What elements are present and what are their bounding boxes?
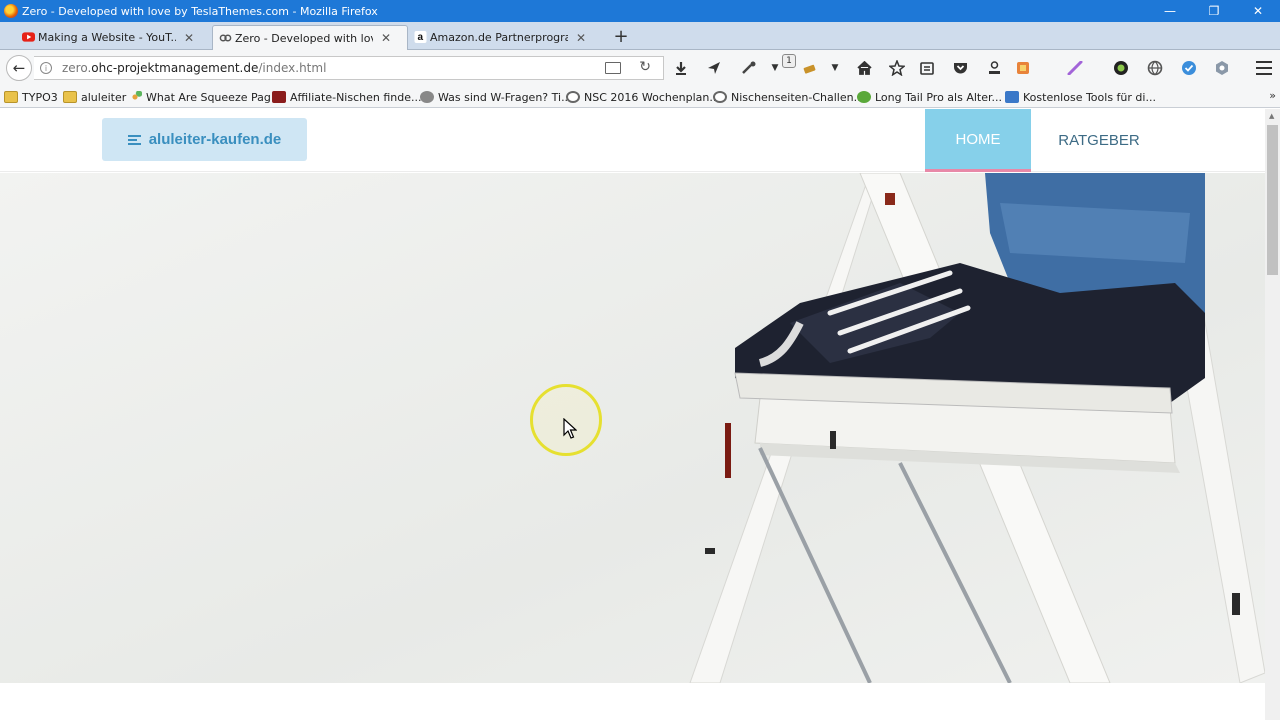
tab-zero[interactable]: Zero - Developed with lov... ✕	[212, 25, 408, 50]
home-icon[interactable]	[855, 59, 873, 77]
check-badge-icon[interactable]	[1180, 59, 1198, 77]
bookmark-aluleiter[interactable]: aluleiter	[63, 89, 126, 105]
bookmark-label: Affiliate-Nischen finde...	[290, 90, 422, 104]
tab-close-icon[interactable]: ✕	[381, 31, 391, 45]
amazon-icon: a	[414, 31, 427, 43]
url-domain: ohc-projektmanagement.de	[91, 61, 259, 75]
mouse-cursor-icon	[563, 418, 577, 439]
pocket-icon[interactable]	[951, 59, 969, 77]
folder-icon	[4, 91, 18, 103]
firefox-icon	[4, 4, 18, 18]
site-icon	[566, 91, 580, 103]
dots-icon	[128, 91, 142, 103]
dropdown-arrow-icon[interactable]: ▼	[826, 59, 844, 77]
nav-home[interactable]: HOME	[925, 109, 1031, 172]
globe-icon	[420, 91, 434, 103]
addon-icon[interactable]	[801, 59, 819, 77]
tools-icon	[1005, 91, 1019, 103]
send-icon[interactable]	[705, 59, 723, 77]
close-window-button[interactable]: ✕	[1236, 0, 1280, 22]
bookmark-label: Kostenlose Tools für di...	[1023, 90, 1156, 104]
bookmark-squeeze-pages[interactable]: What Are Squeeze Pag...	[128, 89, 281, 105]
menu-icon[interactable]	[1256, 61, 1272, 75]
back-button[interactable]: ←	[6, 55, 32, 81]
bookmark-label: Was sind W-Fragen? Ti...	[438, 90, 572, 104]
site-logo[interactable]: aluleiter-kaufen.de	[102, 118, 307, 161]
scrollbar-thumb[interactable]	[1267, 125, 1278, 275]
person-icon[interactable]	[985, 59, 1003, 77]
bookmark-label: Nischenseiten-Challen...	[731, 90, 865, 104]
reload-icon[interactable]: ↻	[639, 59, 651, 75]
tab-bar: Making a Website - YouT... ✕ Zero - Deve…	[0, 22, 1280, 50]
url-bar[interactable]: i zero.ohc-projektmanagement.de/index.ht…	[34, 56, 664, 80]
tab-amazon[interactable]: a Amazon.de Partnerprogra... ✕	[408, 25, 604, 50]
info-icon[interactable]: i	[40, 62, 52, 74]
bookmark-nsc-wochenplan[interactable]: NSC 2016 Wochenplan...	[566, 89, 720, 105]
window-controls: — ❐ ✕	[1148, 0, 1280, 22]
bookmark-typo3[interactable]: TYPO3	[4, 89, 58, 105]
bookmark-nischenseiten[interactable]: Nischenseiten-Challen...	[713, 89, 864, 105]
tab-label: Making a Website - YouT...	[38, 31, 176, 44]
colorful-circle-icon[interactable]	[1112, 59, 1130, 77]
bookmark-label: Long Tail Pro als Alter...	[875, 90, 1002, 104]
bookmark-label: TYPO3	[22, 90, 58, 104]
bookmark-long-tail-pro[interactable]: Long Tail Pro als Alter...	[857, 89, 1002, 105]
new-tab-button[interactable]: +	[610, 25, 632, 47]
tab-close-icon[interactable]: ✕	[184, 31, 194, 45]
url-prefix: zero.	[62, 61, 92, 75]
tab-youtube[interactable]: Making a Website - YouT... ✕	[16, 25, 210, 50]
longtail-icon	[857, 91, 871, 103]
hero-image	[0, 173, 1265, 683]
page-viewport: aluleiter-kaufen.de HOME RATGEBER	[0, 109, 1265, 720]
bookmark-kostenlose-tools[interactable]: Kostenlose Tools für di...	[1005, 89, 1156, 105]
eyedropper-icon[interactable]	[740, 59, 758, 77]
reader-view-icon[interactable]	[605, 62, 621, 74]
restore-button[interactable]: ❐	[1192, 0, 1236, 22]
svg-text:a: a	[418, 32, 424, 43]
download-icon[interactable]	[672, 59, 690, 77]
folder-icon	[63, 91, 77, 103]
bookmark-affiliate-nischen[interactable]: Affiliate-Nischen finde...	[272, 89, 421, 105]
badge-count: 1	[782, 54, 796, 68]
bookmarks-overflow-button[interactable]: »	[1269, 89, 1276, 102]
extension-icon[interactable]	[1014, 59, 1032, 77]
navigation-toolbar: ← i zero.ohc-projektmanagement.de/index.…	[0, 50, 1280, 86]
logo-menu-icon	[127, 134, 141, 145]
url-path: /index.html	[258, 61, 327, 75]
minimize-button[interactable]: —	[1148, 0, 1192, 22]
site-icon	[713, 91, 727, 103]
tab-close-icon[interactable]: ✕	[576, 31, 586, 45]
url-text[interactable]: zero.ohc-projektmanagement.de/index.html	[62, 61, 326, 75]
clipboard-icon[interactable]	[918, 59, 936, 77]
logo-text: aluleiter-kaufen.de	[148, 131, 282, 148]
window-titlebar: Zero - Developed with love by TeslaTheme…	[0, 0, 1280, 22]
hexagon-icon[interactable]	[1213, 59, 1231, 77]
ladder-photo	[0, 173, 1265, 683]
tab-label: Amazon.de Partnerprogra...	[430, 31, 568, 44]
bookmark-label: NSC 2016 Wochenplan...	[584, 90, 720, 104]
scroll-up-icon[interactable]: ▲	[1269, 112, 1274, 120]
link-icon	[219, 34, 232, 42]
affiliate-icon	[272, 91, 286, 103]
bookmark-w-fragen[interactable]: Was sind W-Fragen? Ti...	[420, 89, 572, 105]
bookmark-label: aluleiter	[81, 90, 127, 104]
bookmarks-toolbar: TYPO3 aluleiter What Are Squeeze Pag... …	[0, 86, 1280, 108]
nav-ratgeber[interactable]: RATGEBER	[1040, 109, 1158, 172]
bookmark-label: What Are Squeeze Pag...	[146, 90, 282, 104]
bookmark-star-icon[interactable]	[888, 59, 906, 77]
tab-label: Zero - Developed with lov...	[235, 31, 373, 45]
feather-icon[interactable]	[1066, 59, 1084, 77]
site-header: aluleiter-kaufen.de HOME RATGEBER	[0, 109, 1265, 172]
youtube-icon	[22, 32, 35, 42]
globe-ext-icon[interactable]	[1146, 59, 1164, 77]
page-scrollbar[interactable]: ▲	[1265, 109, 1280, 720]
window-title: Zero - Developed with love by TeslaTheme…	[22, 4, 378, 18]
